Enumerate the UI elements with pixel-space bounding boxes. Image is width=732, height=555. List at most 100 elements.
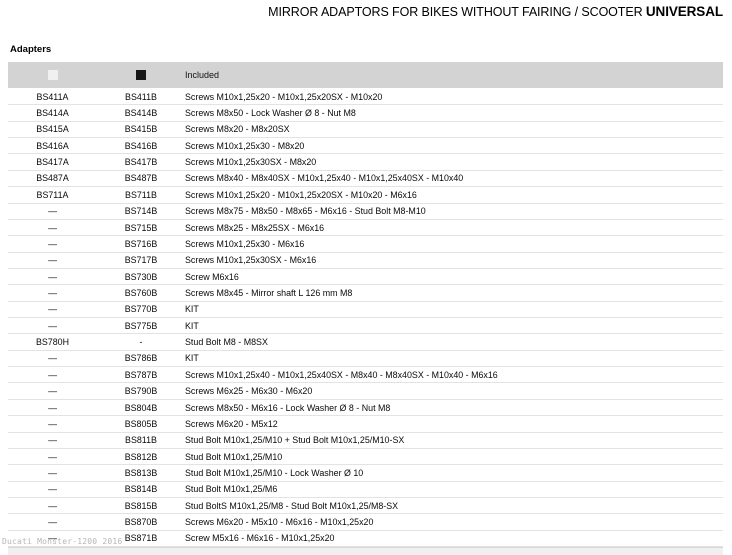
adapter-code-b: BS770B [97,304,185,314]
included-parts: Screws M10x1,25x30 - M8x20 [185,141,723,151]
adapter-code-a: — [8,288,97,298]
adapter-code-b: BS815B [97,501,185,511]
included-parts: Screws M8x25 - M8x25SX - M6x16 [185,223,723,233]
adapter-code-a: — [8,206,97,216]
adapter-code-b: BS813B [97,468,185,478]
included-parts: Screws M10x1,25x20 - M10x1,25x20SX - M10… [185,190,723,200]
included-parts: Screws M8x20 - M8x20SX [185,124,723,134]
included-parts: KIT [185,353,723,363]
table-row: BS780H-Stud Bolt M8 - M8SX [8,334,723,350]
table-row: —BS804BScrews M8x50 - M6x16 - Lock Washe… [8,400,723,416]
included-parts: Screws M10x1,25x30 - M6x16 [185,239,723,249]
included-parts: Screws M10x1,25x30SX - M8x20 [185,157,723,167]
adapter-code-a: — [8,255,97,265]
table-row: —BS813BStud Bolt M10x1,25/M10 - Lock Was… [8,465,723,481]
adapter-code-a: BS416A [8,141,97,151]
adapter-code-a: — [8,435,97,445]
table-row: —BS717BScrews M10x1,25x30SX - M6x16 [8,253,723,269]
table-row: BS415ABS415BScrews M8x20 - M8x20SX [8,122,723,138]
table-row: BS417ABS417BScrews M10x1,25x30SX - M8x20 [8,154,723,170]
table-row: BS411ABS411BScrews M10x1,25x20 - M10x1,2… [8,89,723,105]
adapter-code-a: BS711A [8,190,97,200]
included-parts: Screws M10x1,25x30SX - M6x16 [185,255,723,265]
table-row: —BS811BStud Bolt M10x1,25/M10 + Stud Bol… [8,433,723,449]
adapter-code-b: BS811B [97,435,185,445]
table-row: —BS815BStud BoltS M10x1,25/M8 - Stud Bol… [8,498,723,514]
table-row: —BS870BScrews M6x20 - M5x10 - M6x16 - M1… [8,514,723,530]
adapter-code-a: — [8,468,97,478]
adapter-code-a: — [8,223,97,233]
adapter-code-a: — [8,239,97,249]
adapter-code-b: BS711B [97,190,185,200]
adapter-code-b: BS714B [97,206,185,216]
included-parts: Screws M6x25 - M6x30 - M6x20 [185,386,723,396]
adapter-code-a: — [8,452,97,462]
adapter-code-a: — [8,304,97,314]
table-row: —BS775BKIT [8,318,723,334]
included-parts: Screws M6x20 - M5x10 - M6x16 - M10x1,25x… [185,517,723,527]
adapter-code-a: — [8,386,97,396]
page-title-main: MIRROR ADAPTORS FOR BIKES WITHOUT FAIRIN… [268,5,646,19]
included-parts: Stud BoltS M10x1,25/M8 - Stud Bolt M10x1… [185,501,723,511]
adapter-code-b: BS717B [97,255,185,265]
adapter-code-a: — [8,517,97,527]
included-parts: Screw M6x16 [185,272,723,282]
table-header-row: Included [8,62,723,88]
adapter-code-b: BS414B [97,108,185,118]
adapter-code-b: BS487B [97,173,185,183]
watermark-text: Ducati Monster-1200 2016 [2,537,122,546]
table-row: —BS715BScrews M8x25 - M8x25SX - M6x16 [8,220,723,236]
adapter-code-b: BS716B [97,239,185,249]
table-row: BS416ABS416BScrews M10x1,25x30 - M8x20 [8,138,723,154]
included-parts: Stud Bolt M10x1,25/M6 [185,484,723,494]
included-parts: Screws M8x40 - M8x40SX - M10x1,25x40 - M… [185,173,723,183]
adapter-code-a: — [8,353,97,363]
adapter-code-a: — [8,419,97,429]
adapter-code-b: BS786B [97,353,185,363]
included-parts: Screws M8x75 - M8x50 - M8x65 - M6x16 - S… [185,206,723,216]
included-parts: Screws M8x50 - M6x16 - Lock Washer Ø 8 -… [185,403,723,413]
table-row: —BS714BScrews M8x75 - M8x50 - M8x65 - M6… [8,204,723,220]
white-swatch-icon [8,70,97,80]
table-row: —BS770BKIT [8,302,723,318]
adapter-code-a: BS411A [8,92,97,102]
included-parts: Screws M8x45 - Mirror shaft L 126 mm M8 [185,288,723,298]
included-parts: Stud Bolt M10x1,25/M10 + Stud Bolt M10x1… [185,435,723,445]
adapter-code-a: BS780H [8,337,97,347]
included-column-header: Included [185,70,723,80]
included-parts: Stud Bolt M10x1,25/M10 - Lock Washer Ø 1… [185,468,723,478]
adapter-code-b: BS775B [97,321,185,331]
table-row: —BS812BStud Bolt M10x1,25/M10 [8,449,723,465]
adapter-code-b: BS730B [97,272,185,282]
section-label-adapters: Adapters [10,44,51,55]
adapter-code-b: BS805B [97,419,185,429]
table-row: BS487ABS487BScrews M8x40 - M8x40SX - M10… [8,171,723,187]
adapter-code-a: — [8,321,97,331]
table-row: —BS814BStud Bolt M10x1,25/M6 [8,482,723,498]
included-parts: KIT [185,304,723,314]
table-row: —BS805BScrews M6x20 - M5x12 [8,416,723,432]
table-row: BS711ABS711BScrews M10x1,25x20 - M10x1,2… [8,187,723,203]
table-row: —BS730BScrew M6x16 [8,269,723,285]
adapter-code-b: BS760B [97,288,185,298]
table-row: —BS760BScrews M8x45 - Mirror shaft L 126… [8,285,723,301]
black-swatch-icon [97,70,185,80]
page-title-emphasis: UNIVERSAL [646,4,723,19]
adapter-code-b: BS787B [97,370,185,380]
adapter-code-a: BS417A [8,157,97,167]
adapter-code-b: BS417B [97,157,185,167]
adapter-code-b: BS804B [97,403,185,413]
next-section-bar [8,547,723,555]
adapter-code-b: - [97,337,185,347]
adapter-code-a: — [8,370,97,380]
page-title: MIRROR ADAPTORS FOR BIKES WITHOUT FAIRIN… [268,4,723,19]
adapter-code-a: — [8,403,97,413]
adapter-code-b: BS715B [97,223,185,233]
adapter-code-a: — [8,484,97,494]
table-row: —BS716BScrews M10x1,25x30 - M6x16 [8,236,723,252]
adapter-code-a: — [8,272,97,282]
adapter-table: Included BS411ABS411BScrews M10x1,25x20 … [8,62,723,547]
adapter-code-a: BS414A [8,108,97,118]
adapter-code-b: BS416B [97,141,185,151]
included-parts: Stud Bolt M10x1,25/M10 [185,452,723,462]
